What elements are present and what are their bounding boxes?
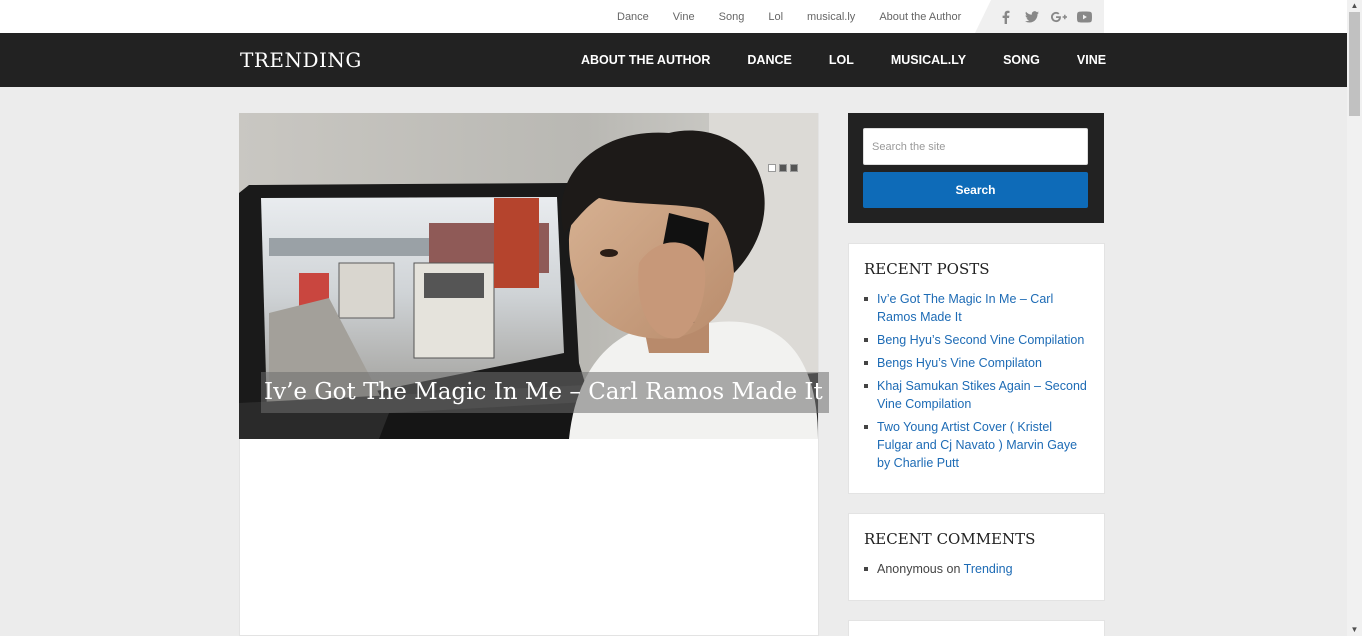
top-nav-vine[interactable]: Vine (673, 11, 695, 23)
nav-song[interactable]: SONG (1003, 53, 1040, 67)
top-nav-song[interactable]: Song (719, 11, 745, 23)
recent-post-link[interactable]: Bengs Hyu’s Vine Compilaton (877, 356, 1042, 370)
nav-vine[interactable]: VINE (1077, 53, 1106, 67)
slider-pagination (768, 164, 798, 172)
list-item: Iv’e Got The Magic In Me – Carl Ramos Ma… (864, 290, 1089, 326)
top-nav-about-author[interactable]: About the Author (879, 11, 961, 23)
social-links (975, 0, 1104, 33)
twitter-icon[interactable] (1023, 8, 1041, 26)
slider-dot-1[interactable] (768, 164, 776, 172)
slider-dot-3[interactable] (790, 164, 798, 172)
main-nav: ABOUT THE AUTHOR DANCE LOL MUSICAL.LY SO… (570, 33, 1116, 87)
top-bar: Dance Vine Song Lol musical.ly About the… (0, 0, 1347, 33)
comment-post-link[interactable]: Trending (964, 562, 1013, 576)
recent-post-link[interactable]: Two Young Artist Cover ( Kristel Fulgar … (877, 420, 1077, 470)
top-nav-musically[interactable]: musical.ly (807, 11, 855, 23)
recent-post-link[interactable]: Iv’e Got The Magic In Me – Carl Ramos Ma… (877, 292, 1053, 324)
search-button[interactable]: Search (863, 172, 1088, 208)
nav-lol[interactable]: LOL (829, 53, 854, 67)
comment-on-text: on (946, 562, 961, 576)
recent-comments-widget: RECENT COMMENTS Anonymous on Trending (848, 513, 1105, 601)
top-nav-dance[interactable]: Dance (617, 11, 649, 23)
nav-about-author[interactable]: ABOUT THE AUTHOR (581, 53, 710, 67)
search-input[interactable]: Search the site (863, 128, 1088, 165)
site-title[interactable]: TRENDING (240, 48, 362, 72)
recent-posts-list: Iv’e Got The Magic In Me – Carl Ramos Ma… (864, 290, 1089, 472)
google-plus-icon[interactable] (1050, 8, 1068, 26)
search-widget: Search the site Search (848, 113, 1104, 223)
scrollbar-thumb[interactable] (1349, 12, 1360, 116)
scroll-down-arrow-icon[interactable]: ▼ (1347, 624, 1362, 636)
slider-dot-2[interactable] (779, 164, 787, 172)
recent-comments-title: RECENT COMMENTS (864, 530, 1036, 548)
top-nav: Dance Vine Song Lol musical.ly About the… (605, 0, 973, 33)
list-item: Beng Hyu’s Second Vine Compilation (864, 331, 1089, 349)
facebook-icon[interactable] (997, 8, 1015, 26)
recent-posts-title: RECENT POSTS (864, 260, 990, 278)
youtube-icon[interactable] (1076, 8, 1094, 26)
comment-author: Anonymous (877, 562, 944, 576)
recent-post-link[interactable]: Beng Hyu’s Second Vine Compilation (877, 333, 1084, 347)
main-header: TRENDING ABOUT THE AUTHOR DANCE LOL MUSI… (0, 33, 1347, 87)
recent-posts-widget: RECENT POSTS Iv’e Got The Magic In Me – … (848, 243, 1105, 494)
next-widget (848, 620, 1105, 636)
top-nav-lol[interactable]: Lol (768, 11, 783, 23)
hero-caption[interactable]: Iv’e Got The Magic In Me – Carl Ramos Ma… (261, 372, 829, 413)
nav-musically[interactable]: MUSICAL.LY (891, 53, 966, 67)
list-item: Anonymous on Trending (864, 560, 1089, 578)
nav-dance[interactable]: DANCE (747, 53, 791, 67)
recent-post-link[interactable]: Khaj Samukan Stikes Again – Second Vine … (877, 379, 1087, 411)
list-item: Two Young Artist Cover ( Kristel Fulgar … (864, 418, 1089, 472)
scroll-up-arrow-icon[interactable]: ▲ (1347, 0, 1362, 12)
recent-comments-list: Anonymous on Trending (864, 560, 1089, 578)
list-item: Khaj Samukan Stikes Again – Second Vine … (864, 377, 1089, 413)
list-item: Bengs Hyu’s Vine Compilaton (864, 354, 1089, 372)
page-scrollbar[interactable]: ▲ ▼ (1347, 0, 1362, 636)
